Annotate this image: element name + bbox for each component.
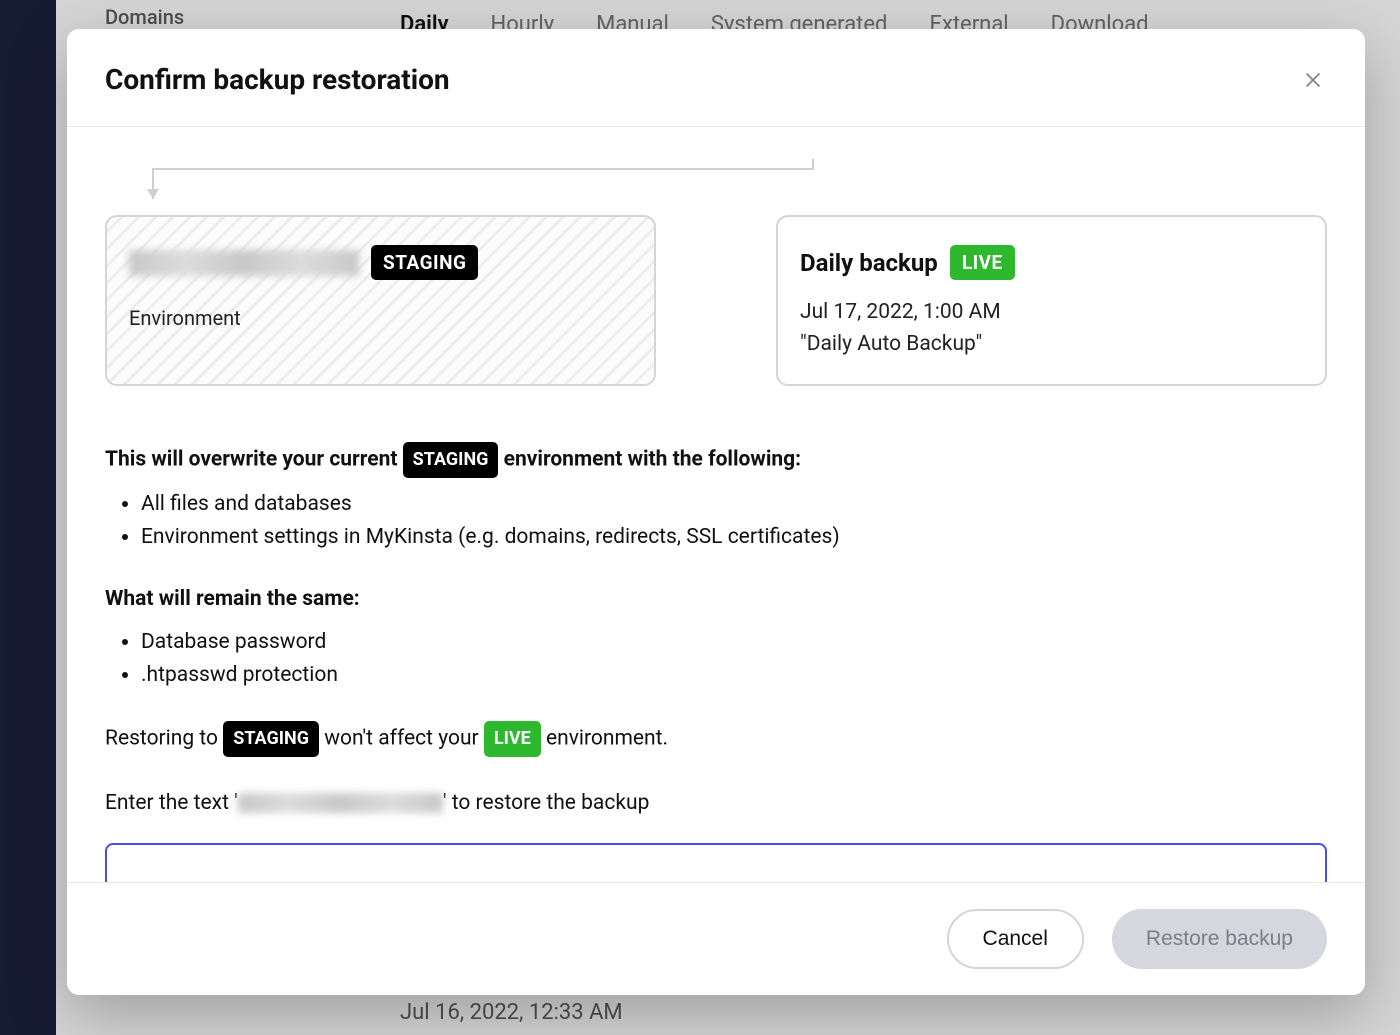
restore-backup-button[interactable]: Restore backup bbox=[1112, 909, 1327, 969]
list-item: Environment settings in MyKinsta (e.g. d… bbox=[141, 521, 1327, 555]
live-badge: LIVE bbox=[950, 245, 1015, 280]
remain-heading: What will remain the same: bbox=[105, 583, 1327, 616]
redacted-site-name bbox=[129, 250, 359, 276]
confirm-label: Enter the text '' to restore the backup bbox=[105, 787, 1327, 820]
source-backup-card: Daily backup LIVE Jul 17, 2022, 1:00 AM … bbox=[776, 215, 1327, 386]
close-icon bbox=[1302, 69, 1324, 91]
target-environment-card: STAGING Environment bbox=[105, 215, 656, 386]
flow-arrow bbox=[105, 159, 1327, 207]
staging-badge-inline-2: STAGING bbox=[223, 721, 319, 757]
confirm-restore-modal: Confirm backup restoration STAGING Envir… bbox=[67, 29, 1365, 995]
live-badge-inline: LIVE bbox=[484, 721, 541, 757]
restoring-note: Restoring to STAGING won't affect your L… bbox=[105, 721, 1327, 757]
environment-label: Environment bbox=[129, 306, 632, 330]
list-item: Database password bbox=[141, 626, 1327, 660]
overwrite-list: All files and databases Environment sett… bbox=[141, 488, 1327, 555]
staging-badge: STAGING bbox=[371, 245, 478, 280]
close-button[interactable] bbox=[1299, 66, 1327, 94]
backup-name: "Daily Auto Backup" bbox=[800, 332, 1303, 356]
list-item: All files and databases bbox=[141, 488, 1327, 522]
redacted-confirm-text bbox=[238, 793, 443, 813]
overwrite-warning: This will overwrite your current STAGING… bbox=[105, 442, 1327, 478]
cancel-button[interactable]: Cancel bbox=[947, 909, 1084, 969]
backup-timestamp: Jul 17, 2022, 1:00 AM bbox=[800, 300, 1303, 324]
backup-type-title: Daily backup bbox=[800, 249, 938, 277]
list-item: .htpasswd protection bbox=[141, 659, 1327, 693]
remain-list: Database password .htpasswd protection bbox=[141, 626, 1327, 693]
confirm-input[interactable] bbox=[105, 843, 1327, 882]
modal-title: Confirm backup restoration bbox=[105, 63, 450, 96]
staging-badge-inline: STAGING bbox=[403, 442, 499, 478]
